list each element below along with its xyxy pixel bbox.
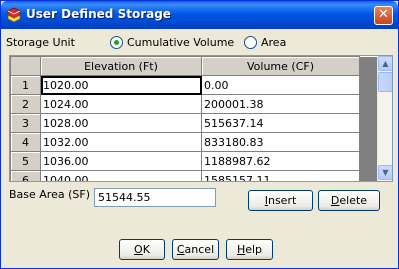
table-row[interactable]: 6 1040.00 1585157.11 (10, 170, 378, 181)
grid-header-row: Elevation (Ft) Volume (CF) (10, 56, 378, 76)
user-defined-storage-dialog: User Defined Storage ✕ Storage Unit Cumu… (0, 0, 399, 269)
elevation-cell[interactable]: 1040.00 (40, 170, 202, 181)
base-area-label: Base Area (SF) (9, 188, 90, 201)
volume-cell[interactable]: 515637.14 (201, 113, 360, 133)
table-row[interactable]: 2 1024.00 200001.38 (10, 94, 378, 114)
area-label[interactable]: Area (261, 36, 286, 49)
grid-filler (359, 75, 378, 95)
grid-filler (359, 56, 378, 76)
grid-filler (359, 170, 378, 181)
table-row[interactable]: 5 1036.00 1188987.62 (10, 151, 378, 171)
volume-cell[interactable]: 1188987.62 (201, 151, 360, 171)
grid-corner (10, 56, 41, 76)
row-number[interactable]: 3 (10, 113, 41, 133)
volume-cell[interactable]: 200001.38 (201, 94, 360, 114)
close-icon: ✕ (378, 7, 389, 22)
row-number[interactable]: 1 (10, 75, 41, 95)
table-row[interactable]: 3 1028.00 515637.14 (10, 113, 378, 133)
row-number[interactable]: 4 (10, 132, 41, 152)
volume-cell[interactable]: 1585157.11 (201, 170, 360, 181)
storage-app-icon (7, 7, 21, 23)
elevation-cell[interactable]: 1020.00 (40, 75, 202, 95)
grid-filler (359, 132, 378, 152)
scroll-up-arrow-icon[interactable]: ▲ (378, 56, 392, 71)
table-row[interactable]: 4 1032.00 833180.83 (10, 132, 378, 152)
elevation-cell[interactable]: 1028.00 (40, 113, 202, 133)
volume-cell[interactable]: 833180.83 (201, 132, 360, 152)
row-number[interactable]: 5 (10, 151, 41, 171)
base-area-input[interactable]: 51544.55 (94, 188, 216, 207)
elevation-cell[interactable]: 1032.00 (40, 132, 202, 152)
dialog-body: Storage Unit Cumulative Volume Area Elev… (4, 29, 395, 267)
scroll-down-arrow-icon[interactable]: ▼ (378, 165, 392, 180)
help-button[interactable]: Help (226, 239, 273, 260)
cancel-button[interactable]: Cancel (172, 239, 219, 260)
column-header-elevation[interactable]: Elevation (Ft) (40, 56, 202, 76)
elevation-cell[interactable]: 1024.00 (40, 94, 202, 114)
column-header-volume[interactable]: Volume (CF) (201, 56, 360, 76)
row-number[interactable]: 6 (10, 170, 41, 181)
area-radio[interactable] (244, 36, 257, 49)
cumulative-volume-radio[interactable] (110, 36, 123, 49)
storage-grid: Elevation (Ft) Volume (CF) 1 1020.00 0.00 2… (10, 56, 378, 181)
volume-cell[interactable]: 0.00 (201, 75, 360, 95)
vertical-scrollbar[interactable]: ▲ ▼ (377, 56, 392, 181)
close-button[interactable]: ✕ (374, 6, 393, 25)
ok-button[interactable]: OK (119, 239, 165, 260)
storage-table[interactable]: Elevation (Ft) Volume (CF) 1 1020.00 0.00 2… (9, 55, 393, 182)
title-bar[interactable]: User Defined Storage ✕ (1, 1, 398, 29)
scrollbar-thumb[interactable] (378, 72, 392, 92)
grid-filler (359, 151, 378, 171)
grid-filler (359, 113, 378, 133)
grid-filler (359, 94, 378, 114)
insert-button[interactable]: Insert (248, 190, 313, 211)
storage-unit-label: Storage Unit (6, 36, 75, 49)
delete-button[interactable]: Delete (318, 190, 380, 211)
row-number[interactable]: 2 (10, 94, 41, 114)
elevation-cell[interactable]: 1036.00 (40, 151, 202, 171)
window-title: User Defined Storage (26, 7, 171, 21)
table-row[interactable]: 1 1020.00 0.00 (10, 75, 378, 95)
cumulative-volume-label[interactable]: Cumulative Volume (127, 36, 234, 49)
